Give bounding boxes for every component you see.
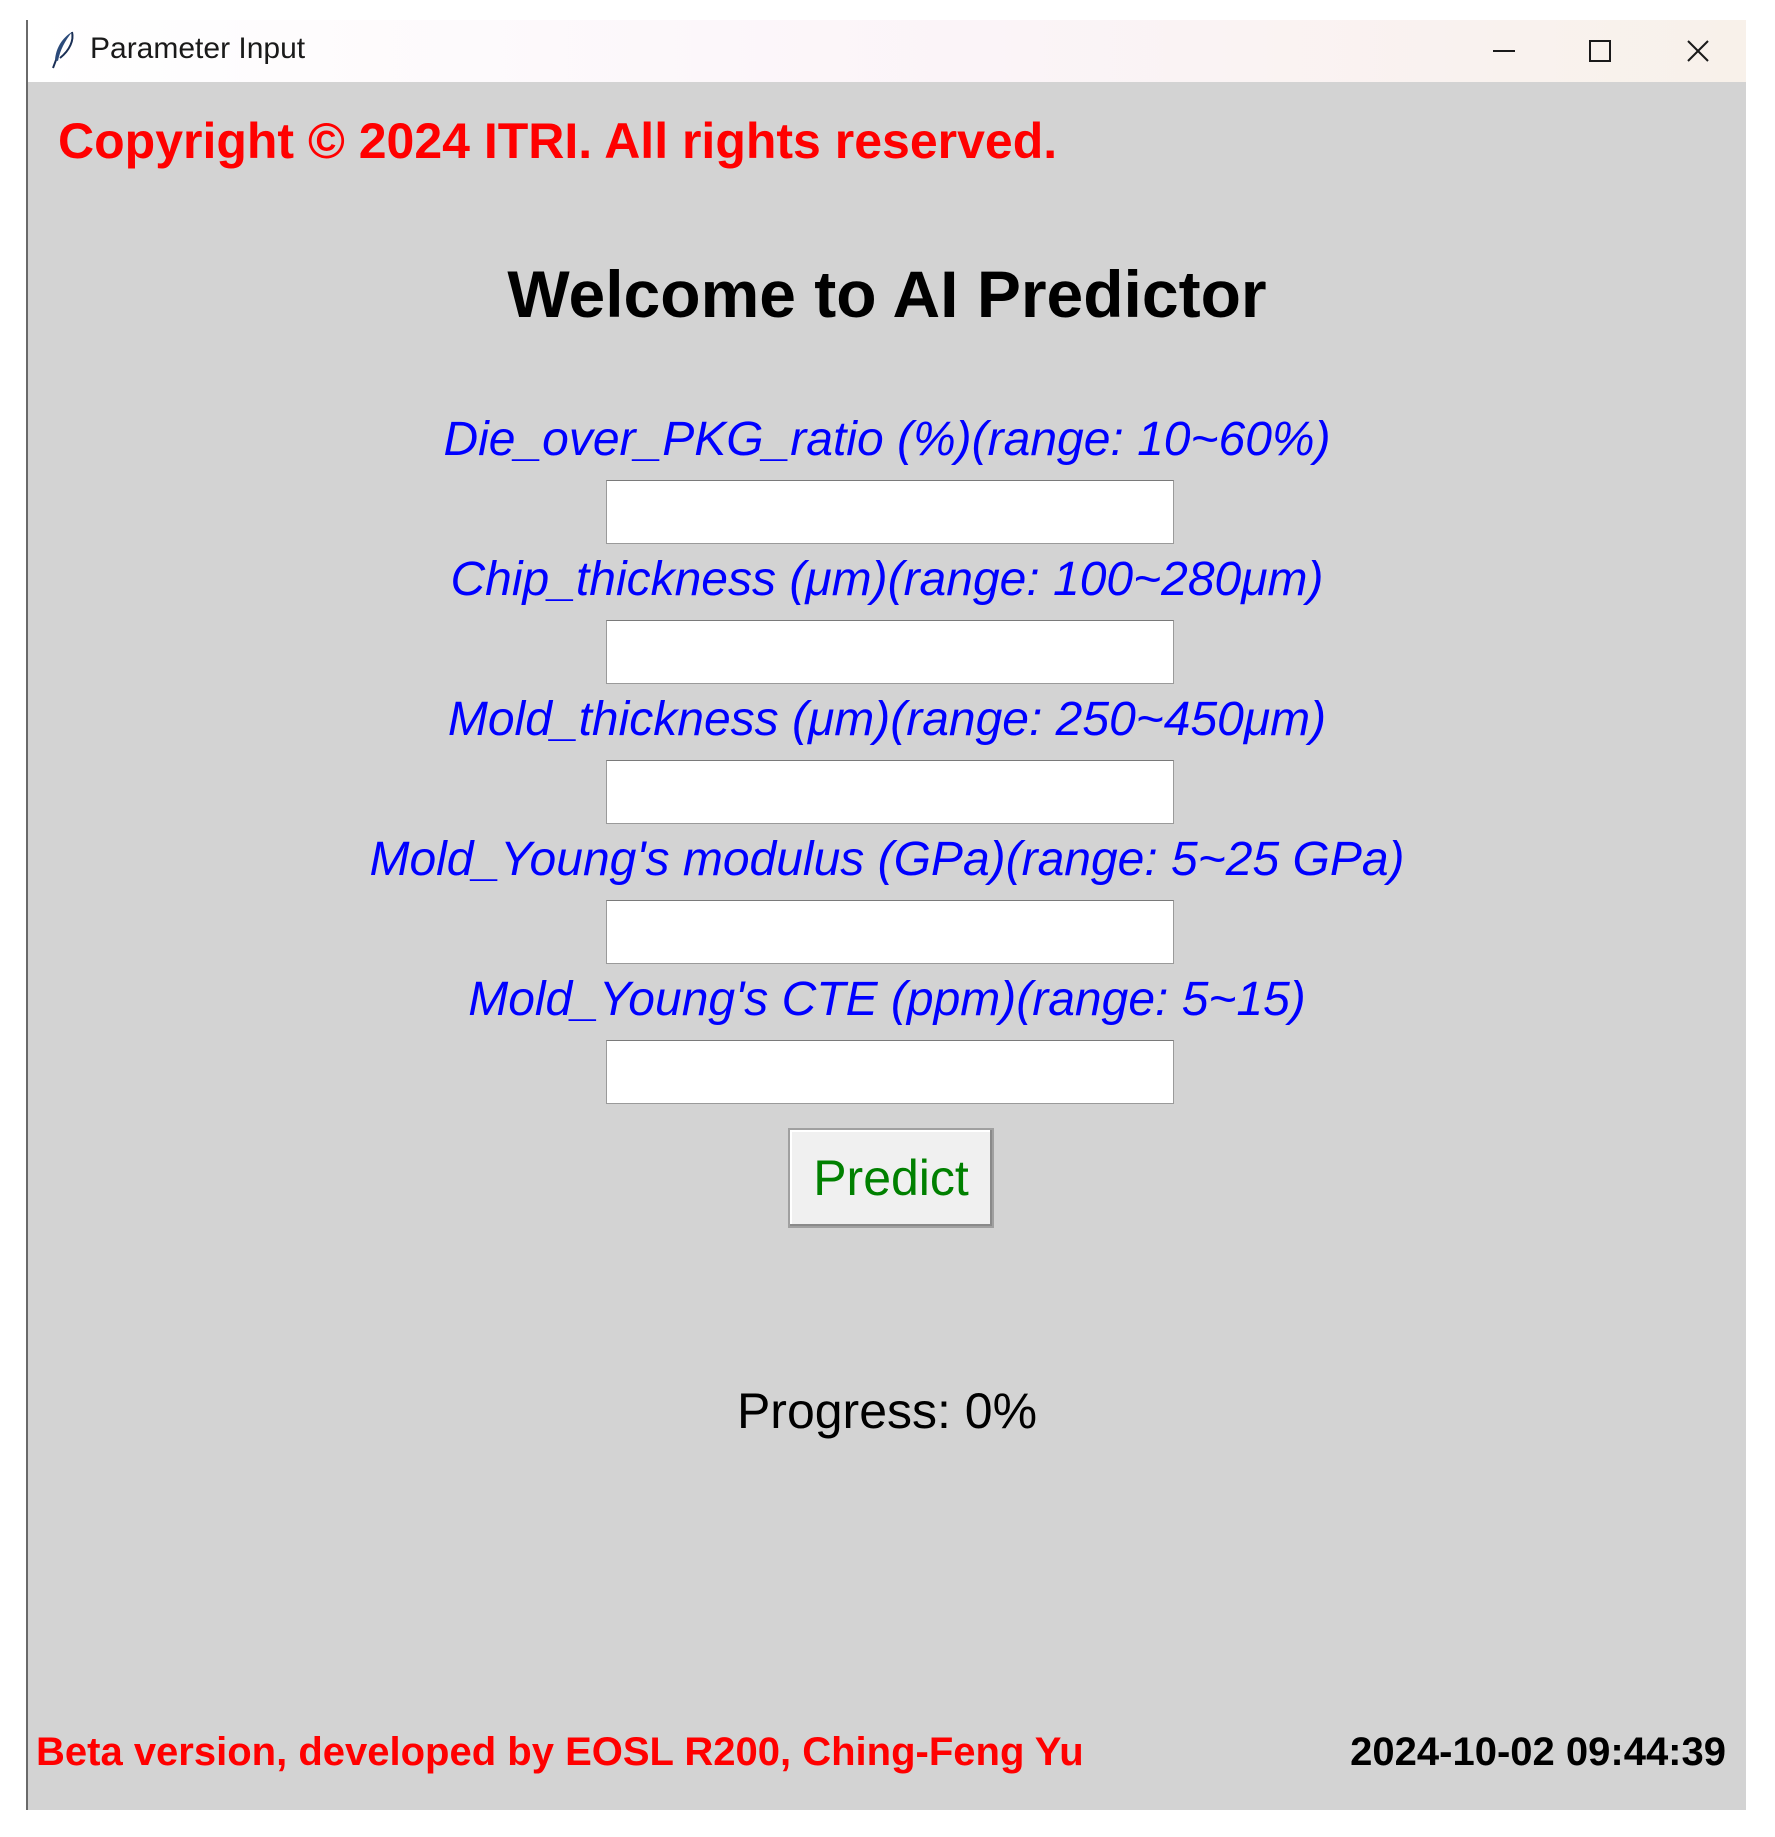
page-title: Welcome to AI Predictor [507,257,1267,331]
maximize-icon [1589,40,1611,62]
chip-thickness-label: Chip_thickness (μm)(range: 100~280μm) [450,553,1324,606]
close-icon [1687,40,1709,62]
predict-button[interactable]: Predict [788,1128,994,1228]
maximize-button[interactable] [1552,20,1648,82]
die-over-pkg-ratio-label: Die_over_PKG_ratio (%)(range: 10~60%) [443,413,1331,466]
window-title: Parameter Input [90,32,306,65]
mold-youngs-modulus-input[interactable] [606,900,1174,964]
mold-youngs-modulus-label: Mold_Young's modulus (GPa)(range: 5~25 G… [369,833,1405,886]
chip-thickness-input[interactable] [606,620,1174,684]
progress-label: Progress: 0% [736,1383,1038,1439]
mold-cte-input[interactable] [606,1040,1174,1104]
developer-credit: Beta version, developed by EOSL R200, Ch… [36,1730,1084,1774]
die-over-pkg-ratio-input[interactable] [606,480,1174,544]
title-bar[interactable]: Parameter Input [28,20,1746,82]
close-button[interactable] [1650,20,1746,82]
copyright-notice: Copyright © 2024 ITRI. All rights reserv… [58,113,1058,169]
minimize-button[interactable] [1456,20,1552,82]
timestamp: 2024-10-02 09:44:39 [1350,1730,1726,1774]
feather-icon [50,30,78,70]
mold-thickness-label: Mold_thickness (μm)(range: 250~450μm) [447,693,1327,746]
app-window: Parameter Input Copyright © 2024 ITRI. A… [28,20,1746,1810]
mold-thickness-input[interactable] [606,760,1174,824]
minimize-icon [1493,50,1515,52]
mold-cte-label: Mold_Young's CTE (ppm)(range: 5~15) [468,973,1306,1026]
